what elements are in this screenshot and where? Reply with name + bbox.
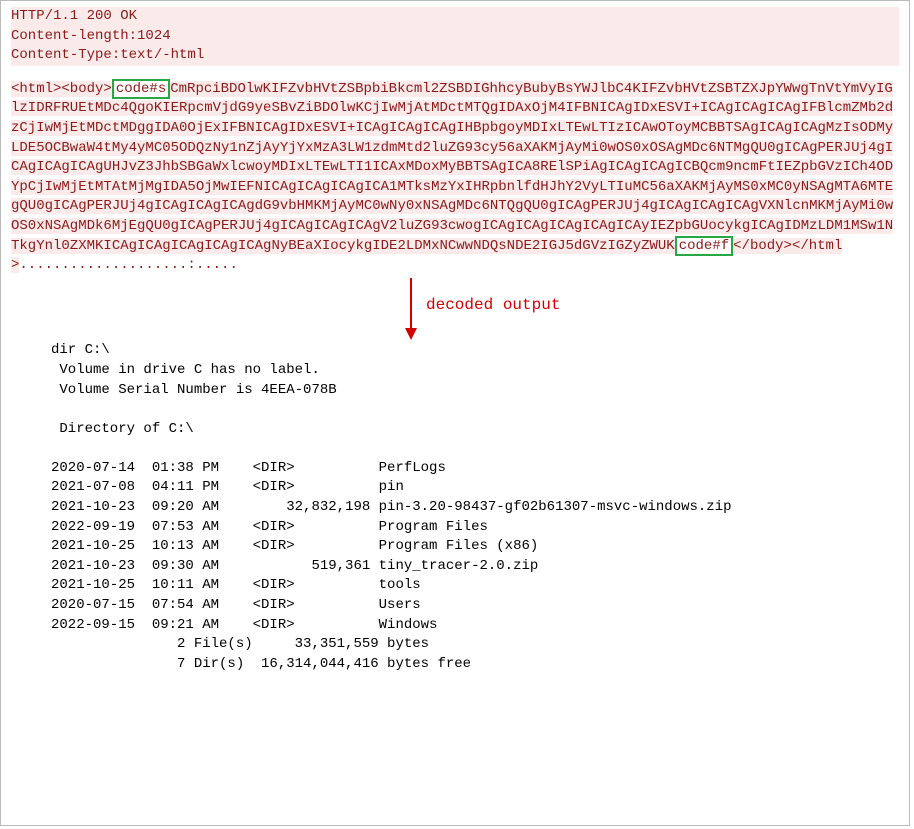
http-response-header: HTTP/1.1 200 OK Content-length:1024 Cont… [11, 7, 899, 66]
decoded-line: 2021-10-25 10:11 AM <DIR> tools [51, 577, 421, 593]
base64-payload: CmRpciBDOlwKIFZvbHVtZSBpbiBkcml2ZSBDIGhh… [11, 81, 893, 254]
arrow-annotation: decoded output [11, 276, 899, 346]
decoded-line: 2022-09-15 09:21 AM <DIR> Windows [51, 617, 437, 633]
decoded-line: Directory of C:\ [51, 421, 194, 437]
decoded-line: 2020-07-15 07:54 AM <DIR> Users [51, 597, 421, 613]
figure-frame: HTTP/1.1 200 OK Content-length:1024 Cont… [0, 0, 910, 826]
http-content-type: Content-Type:text/-html [11, 46, 899, 66]
decoded-line: 2021-10-25 10:13 AM <DIR> Program Files … [51, 538, 538, 554]
http-status-line: HTTP/1.1 200 OK [11, 7, 899, 27]
decoded-line: 2020-07-14 01:38 PM <DIR> PerfLogs [51, 460, 446, 476]
decoded-line: 2021-10-23 09:30 AM 519,361 tiny_tracer-… [51, 558, 538, 574]
decoded-line: 2021-07-08 04:11 PM <DIR> pin [51, 479, 404, 495]
decoded-output: dir C:\ Volume in drive C has no label. … [51, 322, 899, 694]
http-content-length: Content-length:1024 [11, 27, 899, 47]
arrow-down-icon [401, 276, 421, 342]
decoded-line: 2022-09-19 07:53 AM <DIR> Program Files [51, 519, 488, 535]
decoded-line: Volume in drive C has no label. [51, 362, 320, 378]
decoded-line: Volume Serial Number is 4EEA-078B [51, 382, 337, 398]
http-body: <html><body>code#sCmRpciBDOlwKIFZvbHVtZS… [11, 80, 899, 276]
decoded-line: 7 Dir(s) 16,314,044,416 bytes free [51, 656, 471, 672]
html-open-tags: <html><body> [11, 81, 112, 97]
trailing-padding: ....................:..... [19, 257, 237, 273]
arrow-label: decoded output [426, 294, 560, 316]
decoded-line: 2021-10-23 09:20 AM 32,832,198 pin-3.20-… [51, 499, 732, 515]
end-token: code#f [675, 236, 733, 256]
decoded-line: 2 File(s) 33,351,559 bytes [51, 636, 429, 652]
start-token: code#s [112, 79, 170, 99]
